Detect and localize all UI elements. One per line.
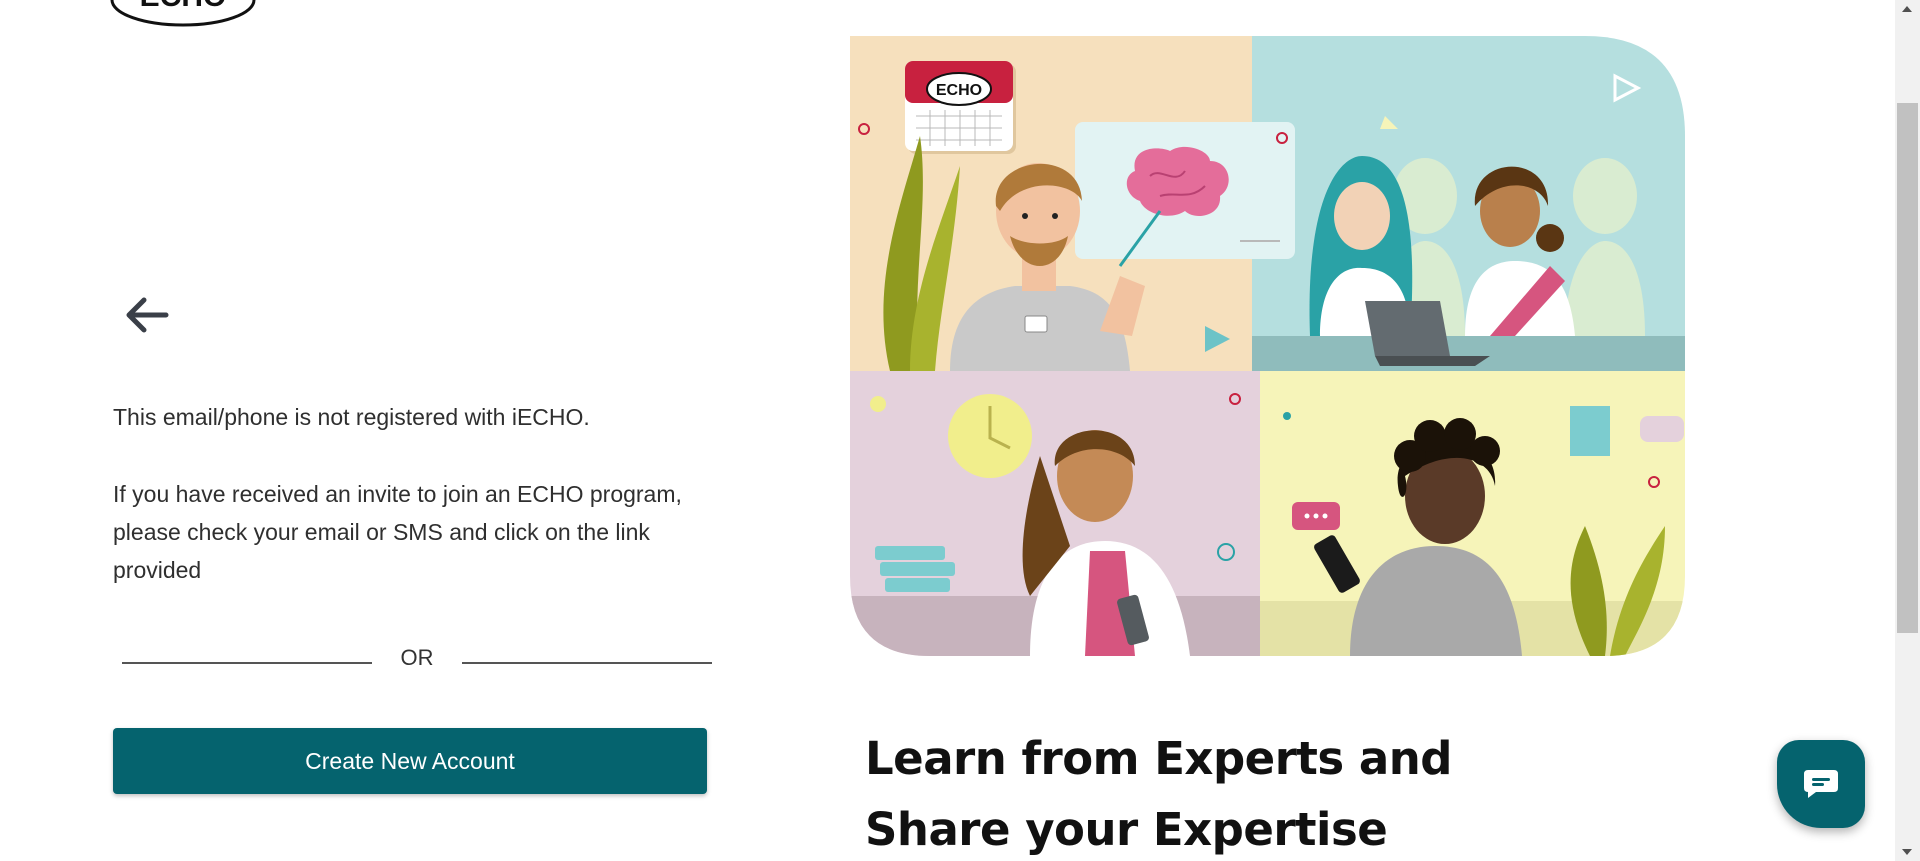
hero-heading-line1: Learn from Experts and: [865, 732, 1452, 785]
calendar-logo-text: ECHO: [936, 82, 982, 99]
vertical-scrollbar[interactable]: [1895, 0, 1920, 861]
divider-line-right: [462, 662, 712, 664]
create-new-account-button[interactable]: Create New Account: [113, 728, 707, 794]
invite-instructions: If you have received an invite to join a…: [113, 481, 682, 583]
not-registered-message: This email/phone is not registered with …: [113, 404, 590, 430]
or-label: OR: [400, 645, 434, 670]
chat-button[interactable]: [1777, 740, 1865, 828]
scroll-down-icon[interactable]: [1902, 849, 1912, 855]
scroll-thumb[interactable]: [1897, 103, 1918, 633]
hero-illustration: ECHO: [850, 36, 1685, 656]
chat-bubble-icon: [1804, 770, 1838, 798]
logo-text: ECHO: [140, 0, 227, 13]
or-divider: OR: [122, 630, 712, 670]
divider-line-left: [122, 662, 372, 664]
scroll-up-icon[interactable]: [1902, 6, 1912, 12]
echo-logo[interactable]: ECHO: [110, 0, 256, 28]
hero-heading-line2: Share your Expertise: [865, 803, 1388, 856]
back-arrow-icon[interactable]: [122, 292, 172, 338]
page: ECHO This email/phone is not registered …: [0, 0, 1920, 861]
